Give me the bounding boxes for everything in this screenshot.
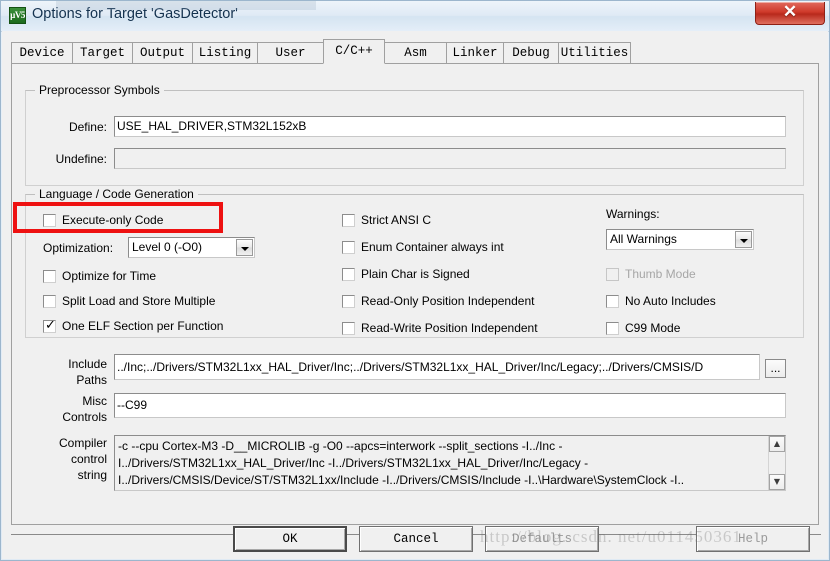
tab-asm[interactable]: Asm xyxy=(384,42,447,64)
optimization-dropdown[interactable]: Level 0 (-O0) xyxy=(128,237,255,258)
misc-controls-label-line1: Misc xyxy=(82,394,107,408)
scroll-down-icon[interactable]: ▼ xyxy=(769,474,785,490)
include-paths-label-line2: Paths xyxy=(76,373,107,387)
compiler-string-line: I../Drivers/STM32L1xx_HAL_Driver/Inc -I.… xyxy=(118,456,589,470)
tab-strip: Device Target Output Listing User C/C++ … xyxy=(11,39,819,64)
tab-debug[interactable]: Debug xyxy=(503,42,559,64)
optimization-value: Level 0 (-O0) xyxy=(132,240,203,254)
defaults-button[interactable]: Defaults xyxy=(485,526,599,552)
tab-output[interactable]: Output xyxy=(132,42,193,64)
undefine-input[interactable] xyxy=(114,148,786,169)
scroll-up-icon[interactable]: ▲ xyxy=(769,436,785,452)
preprocessor-symbols-title: Preprocessor Symbols xyxy=(35,83,164,97)
checkbox-box[interactable] xyxy=(342,241,355,254)
optimization-label: Optimization: xyxy=(43,241,114,255)
warnings-value: All Warnings xyxy=(610,232,677,246)
check-icon: ✓ xyxy=(45,318,56,333)
checkbox-label: Read-Only Position Independent xyxy=(361,294,535,308)
define-label: Define: xyxy=(68,120,107,134)
checkbox-box[interactable] xyxy=(342,322,355,335)
compiler-control-string-label-line2: control xyxy=(70,452,107,466)
define-input[interactable]: USE_HAL_DRIVER,STM32L152xB xyxy=(114,116,786,137)
checkbox-box[interactable] xyxy=(342,295,355,308)
checkbox-label: Split Load and Store Multiple xyxy=(62,294,216,308)
undefine-label: Undefine: xyxy=(55,152,107,166)
checkbox-label: Execute-only Code xyxy=(62,213,164,227)
checkbox-label: Read-Write Position Independent xyxy=(361,321,538,335)
compiler-control-string-label-line3: string xyxy=(77,468,107,482)
warnings-label: Warnings: xyxy=(606,207,660,221)
checkbox-box[interactable] xyxy=(43,214,56,227)
misc-controls-label-line2: Controls xyxy=(62,410,107,424)
keil-uvision-icon: µV5 xyxy=(9,7,26,24)
tab-utilities[interactable]: Utilities xyxy=(558,42,631,64)
checkbox-label: One ELF Section per Function xyxy=(62,319,224,333)
title-bar: µV5 Options for Target 'GasDetector' ✕ xyxy=(1,1,829,32)
checkbox-box[interactable] xyxy=(342,214,355,227)
window-title: Options for Target 'GasDetector' xyxy=(32,6,238,22)
checkbox-box[interactable] xyxy=(43,270,56,283)
compiler-control-string-label-line1: Compiler xyxy=(58,436,107,450)
preprocessor-symbols-group xyxy=(25,90,804,186)
options-dialog-window: µV5 Options for Target 'GasDetector' ✕ D… xyxy=(0,0,830,561)
compiler-string-line: -c --cpu Cortex-M3 -D__MICROLIB -g -O0 -… xyxy=(118,439,563,453)
include-paths-label-line1: Include xyxy=(68,357,107,371)
checkbox-box[interactable] xyxy=(606,295,619,308)
warnings-dropdown[interactable]: All Warnings xyxy=(606,229,754,250)
checkbox-label: Plain Char is Signed xyxy=(361,267,470,281)
compiler-scrollbar[interactable]: ▲ ▼ xyxy=(768,436,785,490)
tab-device[interactable]: Device xyxy=(11,42,73,64)
compiler-control-string-content: -c --cpu Cortex-M3 -D__MICROLIB -g -O0 -… xyxy=(118,438,763,489)
help-button[interactable]: Help xyxy=(696,526,810,552)
tab-user[interactable]: User xyxy=(257,42,324,64)
checkbox-label: Enum Container always int xyxy=(361,240,504,254)
chevron-down-icon[interactable] xyxy=(236,239,253,256)
include-paths-browse-button[interactable]: ... xyxy=(765,359,786,378)
ok-button[interactable]: OK xyxy=(233,526,347,552)
chevron-down-icon[interactable] xyxy=(735,231,752,248)
include-paths-input[interactable]: ../Inc;../Drivers/STM32L1xx_HAL_Driver/I… xyxy=(114,354,760,380)
language-code-generation-title: Language / Code Generation xyxy=(35,187,198,201)
checkbox-box[interactable] xyxy=(606,322,619,335)
tab-listing[interactable]: Listing xyxy=(192,42,258,64)
checkbox-box xyxy=(606,268,619,281)
tab-target[interactable]: Target xyxy=(72,42,133,64)
checkbox-box[interactable] xyxy=(342,268,355,281)
tab-c-cpp[interactable]: C/C++ xyxy=(323,39,385,64)
compiler-control-string-textarea[interactable]: -c --cpu Cortex-M3 -D__MICROLIB -g -O0 -… xyxy=(114,435,786,491)
cancel-button[interactable]: Cancel xyxy=(359,526,473,552)
checkbox-box[interactable] xyxy=(43,295,56,308)
close-icon[interactable]: ✕ xyxy=(755,2,825,25)
misc-controls-input[interactable]: --C99 xyxy=(114,393,786,418)
dialog-client-area: Device Target Output Listing User C/C++ … xyxy=(2,31,828,559)
checkbox-label: Strict ANSI C xyxy=(361,213,432,227)
tab-linker[interactable]: Linker xyxy=(446,42,504,64)
checkbox-label: C99 Mode xyxy=(625,321,681,335)
checkbox-label: Thumb Mode xyxy=(625,267,696,281)
active-tab-joint xyxy=(324,63,384,65)
checkbox-label: No Auto Includes xyxy=(625,294,716,308)
checkbox-box[interactable]: ✓ xyxy=(43,318,56,333)
compiler-string-line: I../Drivers/CMSIS/Device/ST/STM32L1xx/In… xyxy=(118,473,685,487)
checkbox-label: Optimize for Time xyxy=(62,269,157,283)
